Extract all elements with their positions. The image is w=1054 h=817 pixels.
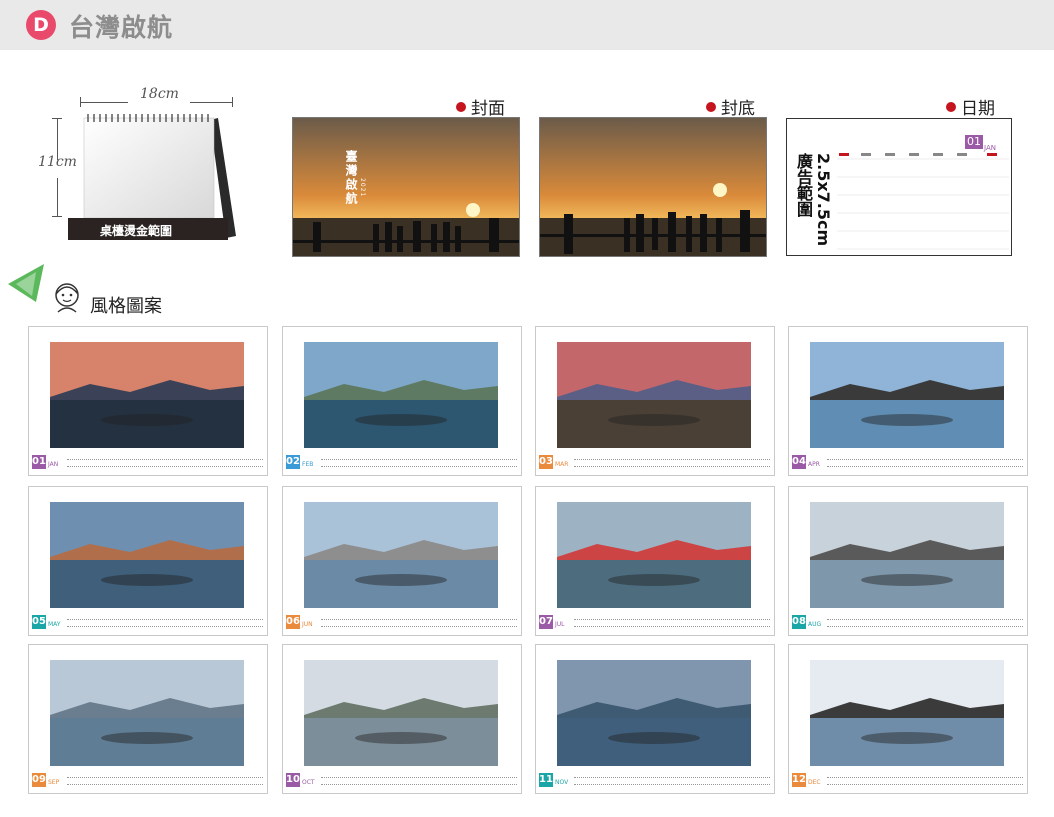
calendar-strip: 01 JAN (32, 453, 264, 471)
month-name: JAN (48, 461, 59, 468)
day-numbers-row (67, 615, 263, 629)
day-numbers-row (574, 615, 770, 629)
month-number: 10 (286, 773, 300, 787)
bullet-dot-icon (946, 101, 956, 112)
month-card-apr: 04 APR (788, 326, 1028, 476)
month-photo (557, 660, 751, 766)
calendar-strip: 06 JUN (286, 613, 518, 631)
month-number: 07 (539, 615, 553, 629)
ad-area-label: 2.5x7.5cm廣告範圍 (794, 153, 833, 247)
month-number: 03 (539, 455, 553, 469)
month-photo (810, 660, 1004, 766)
calendar-strip: 12 DEC (792, 771, 1024, 789)
desk-calendar-illustration: 18cm 11cm 桌檯燙金範圍 (38, 84, 270, 254)
month-card-aug: 08 AUG (788, 486, 1028, 636)
month-photo (50, 502, 244, 608)
month-card-mar: 03 MAR (535, 326, 775, 476)
date-month-number: 01 (965, 135, 983, 149)
month-name: NOV (555, 779, 569, 786)
month-card-feb: 02 FEB (282, 326, 522, 476)
month-card-sep: 09 SEP (28, 644, 268, 794)
month-card-jan: 01 JAN (28, 326, 268, 476)
calendar-strip: 09 SEP (32, 771, 264, 789)
month-card-oct: 10 OCT (282, 644, 522, 794)
day-numbers-row (827, 455, 1023, 469)
month-photo (810, 502, 1004, 608)
calendar-strip: 05 MAY (32, 613, 264, 631)
date-grid (837, 153, 1009, 250)
foil-stamping-area-label: 桌檯燙金範圍 (100, 224, 173, 238)
back-cover-image (539, 117, 767, 257)
day-numbers-row (574, 455, 770, 469)
month-number: 11 (539, 773, 553, 787)
month-name: MAY (48, 621, 61, 628)
bullet-dot-icon (456, 101, 466, 112)
front-cover-label: 封面 (456, 94, 505, 119)
month-card-may: 05 MAY (28, 486, 268, 636)
month-photo (304, 660, 498, 766)
month-number: 09 (32, 773, 46, 787)
green-arrow-icon (8, 264, 44, 302)
month-number: 01 (32, 455, 46, 469)
month-number: 05 (32, 615, 46, 629)
month-photo (810, 342, 1004, 448)
day-numbers-row (827, 615, 1023, 629)
girl-avatar-icon (55, 283, 79, 313)
day-numbers-row (321, 455, 517, 469)
month-name: AUG (808, 621, 822, 628)
calendar-strip: 10 OCT (286, 771, 518, 789)
month-name: MAR (555, 461, 569, 468)
width-dimension: 18cm (140, 86, 179, 102)
day-numbers-row (827, 773, 1023, 787)
front-cover-image: 臺灣啟航 2021 (292, 117, 520, 257)
day-numbers-row (321, 615, 517, 629)
cover-year-vertical: 2021 (359, 178, 366, 198)
month-number: 08 (792, 615, 806, 629)
bullet-dot-icon (706, 101, 716, 112)
calendar-strip: 04 APR (792, 453, 1024, 471)
month-number: 12 (792, 773, 806, 787)
calendar-strip: 02 FEB (286, 453, 518, 471)
month-name: APR (808, 461, 820, 468)
back-cover-label: 封底 (706, 94, 755, 119)
date-page-label: 日期 (946, 94, 995, 119)
month-number: 04 (792, 455, 806, 469)
month-name: JUN (302, 621, 313, 628)
cover-title-vertical: 臺灣啟航 (344, 150, 358, 206)
month-photo (557, 342, 751, 448)
month-card-jun: 06 JUN (282, 486, 522, 636)
day-numbers-row (574, 773, 770, 787)
month-name: JUL (555, 621, 565, 628)
page-title: 台灣啟航 (69, 13, 174, 42)
month-card-dec: 12 DEC (788, 644, 1028, 794)
month-name: SEP (48, 779, 60, 786)
month-name: OCT (302, 779, 315, 786)
month-name: DEC (808, 779, 821, 786)
month-photo (557, 502, 751, 608)
month-number: 02 (286, 455, 300, 469)
style-section-title: 風格圖案 (90, 296, 162, 317)
month-number: 06 (286, 615, 300, 629)
month-card-jul: 07 JUL (535, 486, 775, 636)
day-numbers-row (321, 773, 517, 787)
month-photo (304, 342, 498, 448)
month-card-nov: 11 NOV (535, 644, 775, 794)
calendar-strip: 11 NOV (539, 771, 771, 789)
day-numbers-row (67, 455, 263, 469)
month-photo (50, 342, 244, 448)
month-name: FEB (302, 461, 314, 468)
calendar-strip: 07 JUL (539, 613, 771, 631)
calendar-strip: 03 MAR (539, 453, 771, 471)
calendar-strip: 08 AUG (792, 613, 1024, 631)
month-photo (304, 502, 498, 608)
section-badge: D (26, 10, 56, 40)
day-numbers-row (67, 773, 263, 787)
month-photo (50, 660, 244, 766)
date-page-preview: 2.5x7.5cm廣告範圍 01 JAN (786, 118, 1012, 256)
